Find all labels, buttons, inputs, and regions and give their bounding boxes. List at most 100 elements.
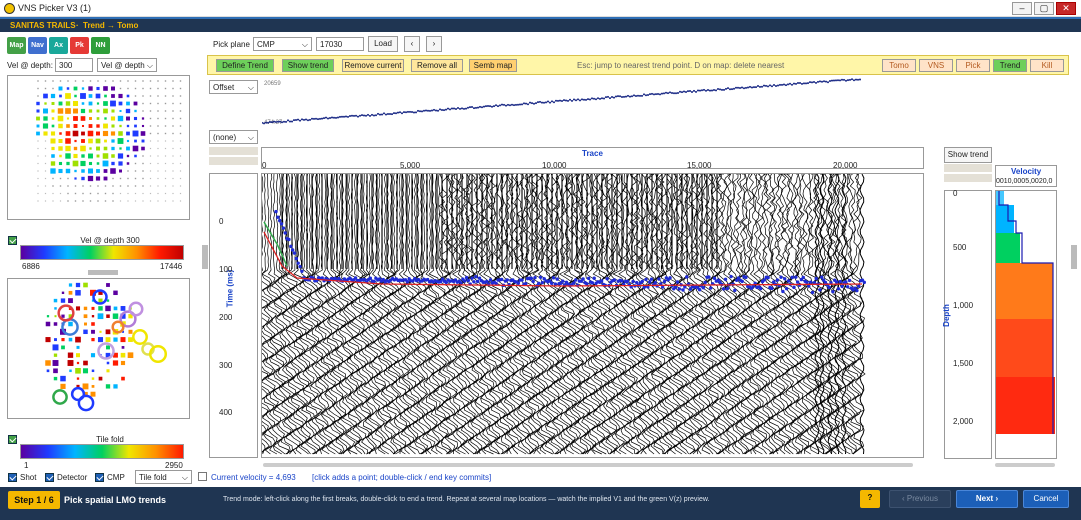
semb-map-button[interactable]: Semb map	[469, 59, 517, 72]
shot-checkbox[interactable]	[8, 473, 17, 482]
vel-mode-select[interactable]: Vel @ depth ⌵	[97, 58, 157, 72]
left-collapse-handle[interactable]	[202, 245, 208, 269]
fold-select[interactable]: Tile fold ⌵	[135, 470, 192, 484]
kill-button[interactable]: Kill	[1030, 59, 1064, 72]
offset-point	[281, 121, 283, 124]
pick-point	[801, 275, 805, 280]
map-cell	[127, 200, 129, 202]
ax-tool-button[interactable]: Ax	[49, 37, 68, 54]
maximize-button[interactable]: ▢	[1034, 2, 1054, 15]
map-cell	[172, 155, 174, 157]
map-cell	[52, 192, 54, 195]
header-attr2-select[interactable]: (none) ⌵	[209, 130, 258, 144]
offset-point	[575, 99, 577, 102]
offset-point	[827, 81, 829, 84]
map-cell	[50, 168, 56, 174]
map-cell	[96, 131, 100, 136]
define-trend-button[interactable]: Define Trend	[216, 59, 274, 72]
header-attr-select[interactable]: Offset ⌵	[209, 80, 258, 94]
minimize-button[interactable]: –	[1012, 2, 1032, 15]
tomo-button[interactable]: Tomo	[882, 59, 916, 72]
offset-point	[283, 120, 285, 123]
trend-button[interactable]: Trend	[993, 59, 1027, 72]
right-swatch-1	[944, 164, 992, 172]
map-cell	[58, 146, 63, 151]
pick-button[interactable]: Pick	[956, 59, 990, 72]
offset-point	[647, 94, 649, 97]
help-button[interactable]: ?	[860, 490, 880, 508]
pick-point	[770, 286, 774, 291]
close-button[interactable]: ✕	[1056, 2, 1076, 15]
offset-point	[451, 107, 453, 110]
cmp-checkbox[interactable]	[95, 473, 104, 482]
remove-current-button[interactable]: Remove current	[342, 59, 404, 72]
fold-cell	[46, 315, 50, 318]
pick-point	[475, 279, 480, 284]
velocity-layers	[996, 191, 1055, 434]
offset-point	[783, 83, 785, 86]
fold-cell	[68, 321, 73, 327]
map-cell	[44, 140, 47, 142]
remove-all-button[interactable]: Remove all	[411, 59, 463, 72]
offset-point	[649, 93, 651, 96]
offset-point	[747, 86, 749, 89]
map-cell	[65, 138, 71, 144]
pick-point	[561, 279, 565, 283]
colorbar-toggle-2[interactable]	[8, 435, 17, 444]
show-trend-right-button[interactable]: Show trend	[944, 147, 992, 163]
status-checkbox[interactable]	[198, 472, 207, 481]
pick-plane-input[interactable]: 17030	[316, 37, 364, 51]
seismic-gather-panel[interactable]	[261, 173, 924, 458]
pick-point	[697, 288, 702, 292]
map-cell	[59, 154, 62, 158]
fold-cell	[75, 336, 81, 343]
pick-point	[836, 287, 841, 291]
load-button[interactable]: Load	[368, 36, 398, 52]
map-cell	[149, 177, 152, 180]
pk-tool-button[interactable]: Pk	[70, 37, 89, 54]
detector-checkbox[interactable]	[45, 473, 54, 482]
fold-map-panel[interactable]	[7, 278, 190, 419]
vel-depth-input[interactable]: 300	[55, 58, 93, 72]
vns-button[interactable]: VNS	[919, 59, 953, 72]
velocity-map-panel[interactable]	[7, 75, 190, 220]
pick-plane-select[interactable]: CMP ⌵	[253, 37, 312, 51]
offset-point	[791, 83, 793, 86]
map-cell	[118, 93, 123, 99]
pick-point	[287, 237, 291, 242]
pick-point	[844, 280, 848, 284]
pick-point	[470, 276, 474, 280]
map-cell	[66, 124, 70, 128]
colorbar-toggle-1[interactable]	[8, 236, 17, 245]
map-cell	[103, 169, 108, 173]
map-cell	[43, 93, 48, 99]
nn-tool-button[interactable]: NN	[91, 37, 110, 54]
right-collapse-handle[interactable]	[1071, 245, 1077, 269]
velocity-hscrollbar[interactable]	[995, 463, 1055, 467]
map-tool-button[interactable]: Map	[7, 37, 26, 54]
map-cell	[82, 80, 84, 82]
next-plane-button[interactable]: ›	[426, 36, 442, 52]
fold-cell	[68, 298, 73, 304]
offset-points	[262, 78, 861, 125]
map-cell	[103, 176, 108, 181]
offset-point	[279, 120, 281, 123]
map-cell	[157, 147, 159, 150]
seismic-hscrollbar[interactable]	[263, 463, 913, 467]
offset-point	[689, 89, 691, 92]
offset-point	[339, 115, 341, 118]
nav-tool-button[interactable]: Nav	[28, 37, 47, 54]
offset-point	[595, 98, 597, 101]
prev-plane-button[interactable]: ‹	[404, 36, 420, 52]
pick-point	[464, 275, 469, 280]
previous-button[interactable]: ‹ Previous	[889, 490, 951, 508]
show-trend-button[interactable]: Show trend	[282, 59, 334, 72]
cancel-button[interactable]: Cancel	[1023, 490, 1069, 508]
step-badge: Step 1 / 6	[8, 491, 60, 509]
map-cell	[72, 160, 79, 167]
panel-splitter[interactable]	[88, 270, 118, 275]
map-cell	[51, 117, 55, 120]
pick-point	[845, 285, 850, 289]
next-button[interactable]: Next ›	[956, 490, 1018, 508]
trace-wiggle	[262, 174, 273, 454]
